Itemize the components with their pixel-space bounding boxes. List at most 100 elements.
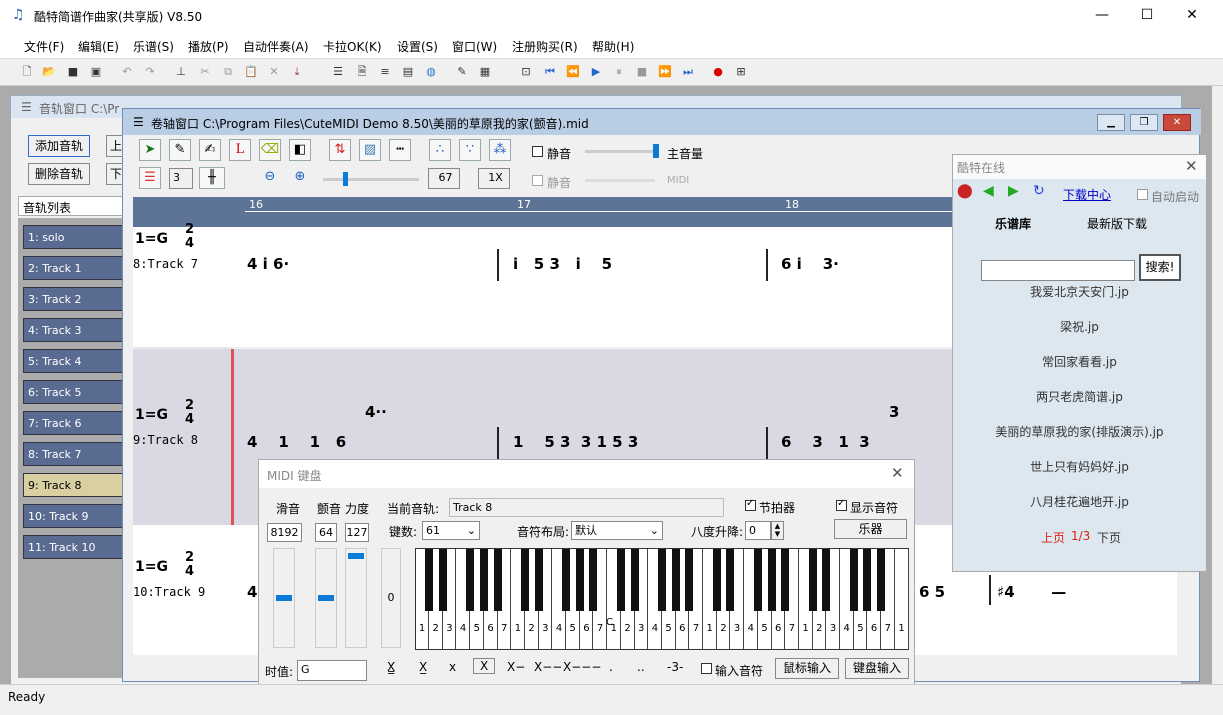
insert-icon[interactable]: ⊥ bbox=[174, 65, 188, 79]
velocity-value[interactable]: 127 bbox=[345, 523, 369, 542]
image-icon[interactable]: ▨ bbox=[359, 139, 381, 161]
song-link[interactable]: 我爱北京天安门.jp bbox=[953, 283, 1206, 300]
track-item[interactable]: 11: Track 10 bbox=[23, 535, 123, 559]
home-icon[interactable]: ⬤ bbox=[957, 183, 973, 199]
mute-checkbox[interactable] bbox=[532, 146, 543, 157]
globe-icon[interactable]: ◍ bbox=[424, 65, 438, 79]
stop-icon[interactable]: ■ bbox=[635, 65, 649, 79]
ruler-icon[interactable]: ┅ bbox=[389, 139, 411, 161]
white-key[interactable]: 3 bbox=[443, 549, 457, 649]
white-key[interactable]: 3 bbox=[827, 549, 840, 649]
panel-icon[interactable]: ◧ bbox=[289, 139, 311, 161]
octave-field[interactable]: 0 bbox=[745, 521, 771, 540]
duration-sixteenth-icon[interactable]: X̳ bbox=[387, 660, 395, 674]
song-link[interactable]: 两只老虎简谱.jp bbox=[953, 388, 1206, 405]
zoom-value-field[interactable]: 67 bbox=[428, 168, 460, 189]
close-button[interactable]: ✕ bbox=[1169, 0, 1215, 32]
locate-icon[interactable]: ⊡ bbox=[519, 65, 533, 79]
menu-karaoke[interactable]: 卡拉OK(K) bbox=[323, 38, 382, 55]
add-track-button[interactable]: 添加音轨 bbox=[28, 135, 90, 157]
pause-icon[interactable]: ⏸ bbox=[612, 65, 626, 79]
skip-start-icon[interactable]: ⏮ bbox=[543, 65, 557, 79]
note-layout-select[interactable]: 默认 ⌄ bbox=[571, 521, 663, 540]
metronome-checkbox[interactable]: ✓ bbox=[745, 498, 756, 511]
input-note-checkbox[interactable] bbox=[701, 663, 712, 674]
white-key[interactable]: 3 bbox=[731, 549, 745, 649]
fast-forward-icon[interactable]: ⏩ bbox=[658, 65, 672, 79]
dot-icon[interactable]: . bbox=[609, 660, 613, 674]
song-link[interactable]: 八月桂花遍地开.jp bbox=[953, 493, 1206, 510]
select-arrow-icon[interactable]: ➤ bbox=[139, 139, 161, 161]
track-item[interactable]: 2: Track 1 bbox=[23, 256, 123, 280]
tuplet-icon[interactable]: ∴ bbox=[429, 139, 451, 161]
roll-restore-button[interactable]: ❐ bbox=[1130, 114, 1158, 131]
save-icon[interactable]: ■ bbox=[66, 65, 80, 79]
song-link[interactable]: 美丽的草原我的家(排版演示).jp bbox=[953, 423, 1206, 440]
slide-slider[interactable] bbox=[273, 548, 295, 648]
volume-thumb[interactable] bbox=[653, 144, 659, 158]
zoom-in-icon[interactable]: ⊕ bbox=[289, 167, 311, 189]
white-key[interactable]: 7 bbox=[786, 549, 799, 649]
zoom-thumb[interactable] bbox=[343, 172, 348, 186]
back-icon[interactable]: ◀ bbox=[983, 183, 994, 199]
copy-icon[interactable]: ⧉ bbox=[221, 65, 235, 79]
tab-score-library[interactable]: 乐谱库 bbox=[995, 215, 1031, 232]
track-item[interactable]: 8: Track 7 bbox=[23, 442, 123, 466]
download-icon[interactable]: ⤓ bbox=[290, 65, 304, 79]
swap-updown-icon[interactable]: ⇅ bbox=[329, 139, 351, 161]
menu-play[interactable]: 播放(P) bbox=[188, 38, 229, 55]
open-folder-icon[interactable]: 📂 bbox=[42, 65, 56, 79]
duration-half-icon[interactable]: X− bbox=[507, 660, 525, 674]
menu-score[interactable]: 乐谱(S) bbox=[133, 38, 174, 55]
duration-quarter-icon[interactable]: x bbox=[449, 660, 456, 674]
refresh-icon[interactable]: ↻ bbox=[1033, 183, 1045, 199]
white-key[interactable]: 3 bbox=[539, 549, 553, 649]
track-item[interactable]: 3: Track 2 bbox=[23, 287, 123, 311]
piano-icon[interactable]: ▤ bbox=[401, 65, 415, 79]
maximize-button[interactable]: ☐ bbox=[1124, 0, 1170, 32]
next-page-link[interactable]: 下页 bbox=[1097, 529, 1121, 546]
main-vertical-scrollbar[interactable] bbox=[1212, 86, 1223, 684]
play-icon[interactable]: ▶ bbox=[589, 65, 603, 79]
pencil-icon[interactable]: ✎ bbox=[169, 139, 191, 161]
track-item[interactable]: 4: Track 3 bbox=[23, 318, 123, 342]
record-icon[interactable]: ● bbox=[711, 65, 725, 79]
duration-whole-icon[interactable]: X−−− bbox=[563, 660, 601, 674]
slide-value[interactable]: 8192 bbox=[267, 523, 302, 542]
white-key[interactable]: 7 bbox=[882, 549, 895, 649]
menu-register[interactable]: 注册购买(R) bbox=[512, 38, 578, 55]
zoom-slider[interactable] bbox=[323, 178, 419, 181]
instrument-button[interactable]: 乐器 bbox=[834, 519, 907, 539]
track-item[interactable]: 6: Track 5 bbox=[23, 380, 123, 404]
eraser-icon[interactable]: ⌫ bbox=[259, 139, 281, 161]
mute-checkbox-disabled[interactable] bbox=[532, 175, 543, 186]
menu-edit[interactable]: 编辑(E) bbox=[78, 38, 119, 55]
forward-icon[interactable]: ▶ bbox=[1008, 183, 1019, 199]
white-key[interactable]: 3 bbox=[635, 549, 649, 649]
new-file-icon[interactable]: 🗋 bbox=[20, 65, 34, 79]
white-key[interactable]: 7 bbox=[498, 549, 512, 649]
velocity-slider[interactable] bbox=[345, 548, 367, 648]
menu-file[interactable]: 文件(F) bbox=[24, 38, 64, 55]
track-item[interactable]: 1: solo bbox=[23, 225, 123, 249]
download-center-link[interactable]: 下载中心 bbox=[1063, 186, 1111, 203]
pen-icon[interactable]: ✎ bbox=[455, 65, 469, 79]
vibrato-value[interactable]: 64 bbox=[315, 523, 337, 542]
roll-close-button[interactable]: ✕ bbox=[1163, 114, 1191, 131]
document-icon[interactable]: 🗎 bbox=[355, 65, 369, 79]
triplet-icon[interactable]: -3- bbox=[667, 660, 683, 674]
double-dot-icon[interactable]: .. bbox=[637, 660, 645, 674]
slide-thumb[interactable] bbox=[276, 595, 292, 601]
rewind-icon[interactable]: ⏪ bbox=[566, 65, 580, 79]
search-input[interactable] bbox=[981, 260, 1135, 281]
zoom-out-icon[interactable]: ⊖ bbox=[259, 167, 281, 189]
autostart-checkbox[interactable] bbox=[1137, 189, 1148, 200]
white-key[interactable]: 1 bbox=[896, 549, 909, 649]
delete-icon[interactable]: ✕ bbox=[267, 65, 281, 79]
lyric-l-icon[interactable]: L bbox=[229, 139, 251, 161]
duration-dotted-half-icon[interactable]: X−− bbox=[534, 660, 562, 674]
white-key[interactable]: 7 bbox=[690, 549, 703, 649]
notes-icon[interactable]: ▦ bbox=[478, 65, 492, 79]
volume-slider[interactable] bbox=[585, 150, 655, 153]
track-item[interactable]: 10: Track 9 bbox=[23, 504, 123, 528]
